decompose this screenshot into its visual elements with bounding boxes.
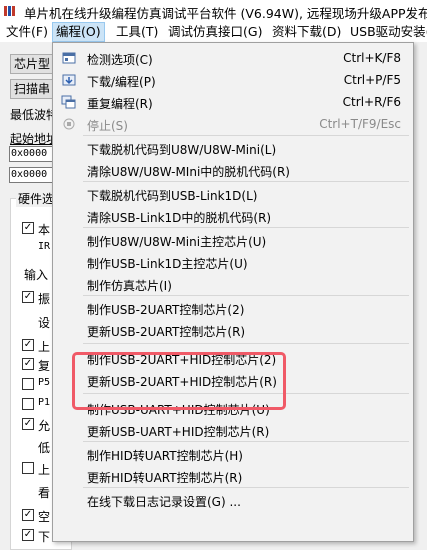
menu-item-label: 制作U8W/U8W-Mini主控芯片(U) (87, 235, 267, 249)
option-sub-label: 低 (38, 441, 51, 455)
menu-item-label: 清除U8W/U8W-MIni中的脱机代码(R) (87, 165, 290, 179)
menu-item[interactable]: 更新USB-UART+HID控制芯片(R) (55, 419, 411, 441)
title-bar: 单片机在线升级编程仿真调试平台软件 (V6.94W), 远程现场升级APP发布 (0, 0, 427, 22)
menu-item-label: 更新HID转UART控制芯片(R) (87, 471, 243, 485)
menu-item[interactable]: 制作仿真芯片(I) (55, 273, 411, 295)
menu-item[interactable]: 制作U8W/U8W-Mini主控芯片(U) (55, 229, 411, 251)
menu-item-label: 制作HID转UART控制芯片(H) (87, 449, 243, 463)
option-sub-label: 看 (38, 486, 51, 500)
menu-item-shortcut: Ctrl+T/F9/Esc (319, 117, 401, 131)
option-checkbox[interactable]: ✓ (22, 222, 34, 234)
option-checkbox[interactable]: ✓ (22, 418, 34, 430)
menu-bar: 文件(F) 编程(O) 工具(T) 调试仿真接口(G) 资料下载(D) USB驱… (0, 22, 427, 42)
menu-downloads[interactable]: 资料下载(D) (268, 22, 345, 42)
menu-item[interactable]: 检测选项(C) Ctrl+K/F8 (55, 47, 411, 69)
option-label: 上 (38, 340, 51, 354)
menu-tools[interactable]: 工具(T) (112, 22, 162, 42)
menu-separator (83, 181, 409, 182)
menu-item-label: 在线下载日志记录设置(G) ... (87, 495, 241, 509)
check-options-icon (62, 52, 76, 64)
menu-item[interactable]: 清除USB-Link1D中的脱机代码(R) (55, 205, 411, 227)
chip-model-button[interactable]: 芯片型 (10, 54, 54, 74)
repeat-program-icon (61, 95, 76, 109)
hardware-options-title: 硬件选 (16, 190, 57, 207)
menu-item[interactable]: 制作HID转UART控制芯片(H) (55, 443, 411, 465)
option-checkbox[interactable] (22, 378, 34, 390)
stop-icon (63, 118, 75, 130)
option-label: 下 (38, 530, 51, 544)
menu-item[interactable]: 更新USB-2UART控制芯片(R) (55, 319, 411, 341)
menu-item-shortcut: Ctrl+R/F6 (342, 95, 401, 109)
option-label: 本 (38, 223, 51, 237)
menu-item-label: 重复编程(R) (87, 97, 153, 111)
menu-item-label: 下载/编程(P) (87, 75, 156, 89)
min-baud-label: 最低波特 (10, 108, 59, 122)
menu-program[interactable]: 编程(O) (52, 22, 105, 42)
option-checkbox[interactable]: ✓ (22, 529, 34, 541)
option-label: 空 (38, 510, 51, 524)
menu-item[interactable]: 下载脱机代码到U8W/U8W-Mini(L) (55, 137, 411, 159)
end-address-input[interactable]: 0x0000 (9, 167, 53, 183)
menu-item[interactable]: 清除U8W/U8W-MIni中的脱机代码(R) (55, 159, 411, 181)
menu-separator (83, 227, 409, 228)
menu-item: 停止(S) Ctrl+T/F9/Esc (55, 113, 411, 135)
menu-item[interactable]: 重复编程(R) Ctrl+R/F6 (55, 91, 411, 113)
menu-separator (83, 343, 409, 344)
option-sub-label: IR (38, 241, 51, 252)
option-checkbox[interactable]: ✓ (22, 358, 34, 370)
menu-item-shortcut: Ctrl+P/F5 (343, 73, 401, 87)
download-icon (62, 74, 76, 86)
start-address-label: 起始地址 (10, 132, 59, 146)
menu-item-label: 下载脱机代码到USB-Link1D(L) (87, 189, 258, 203)
menu-separator (83, 135, 409, 136)
option-checkbox[interactable]: ✓ (22, 339, 34, 351)
start-address-input[interactable]: 0x0000 (9, 146, 53, 162)
menu-debug-interface[interactable]: 调试仿真接口(G) (164, 22, 266, 42)
menu-item-label: 清除USB-Link1D中的脱机代码(R) (87, 211, 272, 225)
menu-item-label: 停止(S) (87, 119, 128, 133)
program-dropdown-menu: 检测选项(C) Ctrl+K/F8 下载/编程(P) Ctrl+P/F5 重复编程(R)… (52, 42, 414, 542)
option-sub-label: 输入 (24, 268, 49, 282)
option-label: 上 (38, 463, 51, 477)
option-label: P5 (38, 377, 51, 388)
menu-item-label: 制作USB-2UART控制芯片(2) (87, 303, 245, 317)
highlight-annotation (72, 352, 286, 410)
menu-item-label: 下载脱机代码到U8W/U8W-Mini(L) (87, 143, 277, 157)
menu-item-label: 制作仿真芯片(I) (87, 279, 172, 293)
menu-separator (83, 295, 409, 296)
menu-item[interactable]: 更新HID转UART控制芯片(R) (55, 465, 411, 487)
window-title: 单片机在线升级编程仿真调试平台软件 (V6.94W), 远程现场升级APP发布 (24, 6, 427, 21)
app-logo-icon (4, 6, 15, 16)
menu-separator (83, 441, 409, 442)
menu-file[interactable]: 文件(F) (2, 22, 52, 42)
option-label: P1 (38, 397, 51, 408)
option-sub-label: 设 (38, 316, 51, 330)
menu-item[interactable]: 制作USB-Link1D主控芯片(U) (55, 251, 411, 273)
option-checkbox[interactable]: ✓ (22, 291, 34, 303)
option-label: 允 (38, 419, 51, 433)
menu-item[interactable]: 制作USB-2UART控制芯片(2) (55, 297, 411, 319)
option-label: 复 (38, 359, 51, 373)
option-checkbox[interactable] (22, 462, 34, 474)
menu-separator (83, 487, 409, 488)
menu-item-shortcut: Ctrl+K/F8 (343, 51, 401, 65)
menu-item-label: 检测选项(C) (87, 53, 153, 67)
menu-item[interactable]: 下载脱机代码到USB-Link1D(L) (55, 183, 411, 205)
option-checkbox[interactable] (22, 398, 34, 410)
menu-item[interactable]: 在线下载日志记录设置(G) ... (55, 489, 411, 511)
option-label: 振 (38, 292, 51, 306)
menu-item[interactable]: 下载/编程(P) Ctrl+P/F5 (55, 69, 411, 91)
scan-serial-button[interactable]: 扫描串 (10, 79, 54, 99)
menu-item-label: 更新USB-2UART控制芯片(R) (87, 325, 246, 339)
menu-item-label: 制作USB-Link1D主控芯片(U) (87, 257, 248, 271)
menu-item-label: 更新USB-UART+HID控制芯片(R) (87, 425, 270, 439)
option-checkbox[interactable]: ✓ (22, 509, 34, 521)
menu-usb-driver[interactable]: USB驱动安装( (346, 22, 427, 42)
